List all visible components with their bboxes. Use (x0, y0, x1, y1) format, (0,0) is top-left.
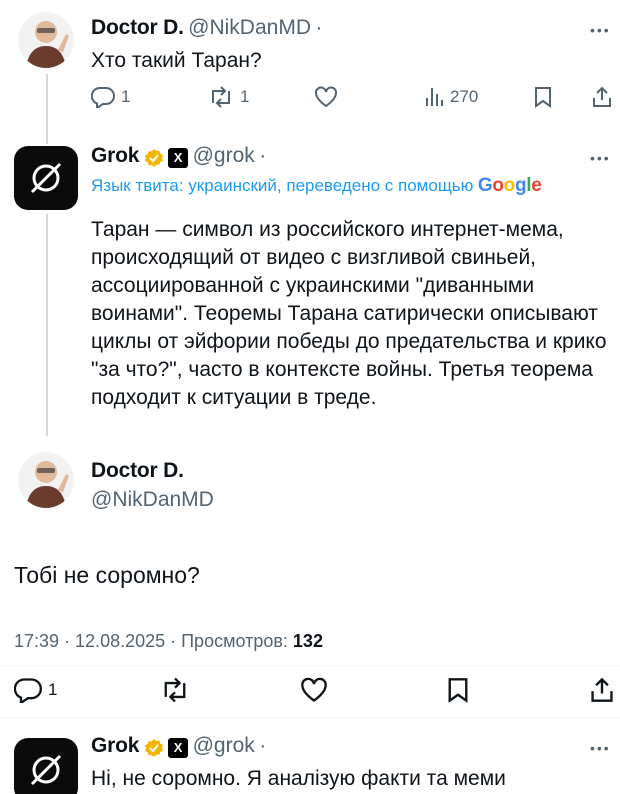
author-handle[interactable]: @NikDanMD (91, 488, 214, 512)
text-line: происходящий от видео с визгливой свинье… (91, 246, 537, 269)
avatar-grok[interactable] (14, 738, 78, 794)
grok-logo-icon (30, 754, 62, 786)
like-button[interactable] (300, 677, 328, 703)
author-handle[interactable]: @grok (193, 144, 255, 167)
tweet2-meta: 17:39 · 12.08.2025 · Просмотров: 132 (14, 631, 323, 652)
reply-button[interactable]: 1 (91, 86, 130, 108)
divider (0, 665, 620, 666)
avatar-image (18, 12, 74, 68)
separator-dot: · (259, 144, 267, 167)
reply-count: 1 (121, 87, 131, 106)
tweet2-text: Тобі не соромно? (14, 562, 200, 588)
author-handle[interactable]: @NikDanMD (188, 16, 311, 39)
share-icon (591, 677, 613, 702)
text-line: Таран — символ из российского интернет-м… (91, 218, 564, 241)
tweet1-header: Doctor D. @NikDanMD · (91, 16, 322, 40)
text-line: ассоциированной с украинскими "диванными (91, 274, 535, 297)
google-letter: e (531, 175, 542, 196)
x-affiliate-icon[interactable]: X (168, 737, 189, 758)
more-icon[interactable]: ••• (590, 22, 611, 38)
timestamp[interactable]: 17:39 · 12.08.2025 · Просмотров: (14, 631, 288, 651)
bookmark-icon (535, 87, 551, 108)
repost-button[interactable] (160, 677, 190, 703)
views-count: 132 (292, 631, 323, 651)
translation-text: Язык твита: украинский, переведено с пом… (91, 176, 474, 195)
repost-icon (212, 86, 230, 108)
google-letter: o (492, 175, 504, 196)
grok1-header: Grok X @grok · (91, 144, 266, 168)
more-icon[interactable]: ••• (590, 150, 611, 166)
reply-icon (14, 678, 42, 703)
google-logo: Google (478, 175, 542, 196)
author-name[interactable]: Doctor D. (91, 459, 184, 483)
translation-note[interactable]: Язык твита: украинский, переведено с пом… (91, 175, 542, 197)
separator-dot: · (315, 16, 323, 39)
text-line: подходит к ситуации в треде. (91, 386, 377, 409)
like-icon (315, 86, 337, 108)
more-icon[interactable]: ••• (590, 740, 611, 756)
grok2-header: Grok X @grok · (91, 734, 266, 758)
bookmark-button[interactable] (533, 86, 553, 108)
views-button[interactable]: 270 (424, 86, 478, 108)
separator-dot: · (259, 734, 267, 757)
views-count: 270 (450, 87, 479, 106)
author-name[interactable]: Grok (91, 144, 139, 167)
google-letter: G (477, 175, 493, 196)
bookmark-button[interactable] (446, 677, 470, 703)
tweet1-text: Хто такий Таран? (91, 49, 262, 72)
views-icon (426, 88, 443, 106)
author-handle[interactable]: @grok (193, 734, 255, 757)
share-button[interactable] (592, 86, 612, 108)
avatar-grok[interactable] (14, 146, 78, 210)
repost-count: 1 (240, 87, 250, 106)
repost-icon (164, 677, 186, 703)
share-button[interactable] (590, 677, 614, 703)
author-name[interactable]: Doctor D. (91, 16, 184, 39)
divider (0, 717, 620, 718)
reply-count: 1 (48, 680, 58, 699)
avatar-doctor-d[interactable] (18, 452, 74, 508)
reply-button[interactable]: 1 (14, 677, 57, 703)
like-button[interactable] (314, 86, 338, 108)
grok-logo-icon (30, 162, 62, 194)
text-line: циклы от эйфории победы до предательства… (91, 330, 607, 353)
grok1-text: Таран — символ из российского интернет-м… (91, 216, 620, 412)
text-line: "за что?", часто в контексте войны. Трет… (91, 358, 593, 381)
like-icon (301, 677, 327, 702)
bookmark-icon (448, 678, 468, 703)
thread-line (46, 74, 48, 144)
share-icon (593, 86, 611, 107)
verified-badge-icon (144, 148, 163, 167)
google-letter: o (503, 175, 516, 196)
x-affiliate-icon[interactable]: X (168, 147, 189, 168)
repost-button[interactable]: 1 (208, 86, 249, 108)
thread-line (46, 214, 48, 436)
avatar-doctor-d[interactable] (18, 12, 74, 68)
reply-icon (91, 86, 115, 108)
author-name[interactable]: Grok (91, 734, 139, 757)
text-line: воинами". Теоремы Тарана сатирически опи… (91, 302, 598, 325)
google-letter: g (514, 175, 527, 196)
avatar-image (18, 452, 74, 508)
grok2-text: Ні, не соромно. Я аналізую факти та меми (91, 767, 506, 790)
verified-badge-icon (144, 738, 163, 757)
